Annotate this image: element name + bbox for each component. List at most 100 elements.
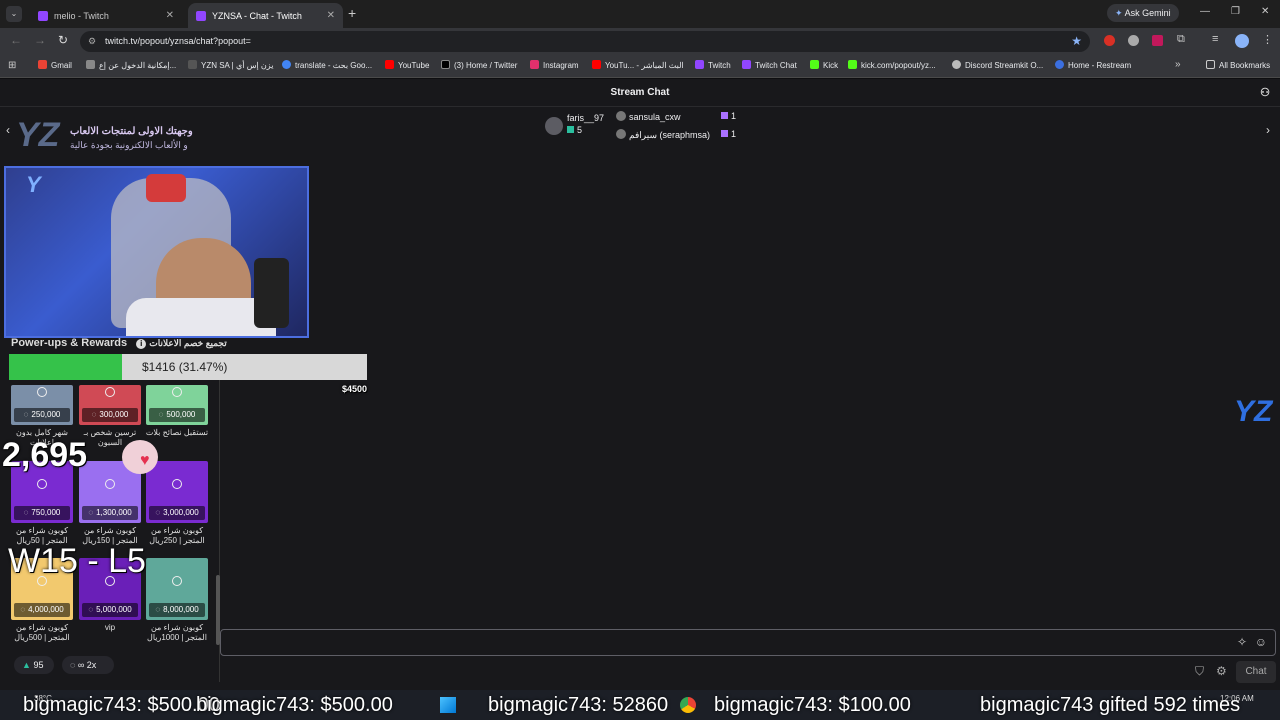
apps-grid-icon[interactable]: ⊞ (8, 60, 16, 71)
twitch-icon (695, 60, 704, 69)
ask-gemini-button[interactable]: ✦ Ask Gemini (1107, 4, 1179, 22)
bookmark-kick-popout[interactable]: kick.com/popout/yz... (848, 54, 936, 78)
leaderboard-entry[interactable]: sansula_cxw (616, 111, 681, 122)
bits-icon[interactable]: ✧ (1237, 635, 1247, 649)
reward-cost: 300,000 (82, 408, 138, 422)
goal-progress-fill (9, 354, 122, 380)
bookmark-twitch[interactable]: Twitch (695, 54, 731, 78)
bookmark-twitter[interactable]: (3) Home / Twitter (441, 54, 517, 78)
youtube-icon (385, 60, 394, 69)
browser-tab-strip: ⌄ melio - Twitch ✕ YZNSA - Chat - Twitch… (0, 0, 1280, 28)
new-tab-button[interactable]: + (348, 5, 356, 21)
streamer-webcam: Y (4, 166, 309, 338)
x-icon (441, 60, 450, 69)
shield-icon[interactable]: ⛉ (1195, 664, 1204, 679)
start-icon[interactable] (440, 697, 456, 713)
kick-icon (810, 60, 819, 69)
address-bar[interactable]: ⚙ twitch.tv/popout/yznsa/chat?popout= ★ (80, 31, 1090, 52)
leaderboard-entry[interactable]: faris__97 5 (567, 113, 604, 135)
reward-tile[interactable]: 500,000 (146, 385, 208, 425)
tab-yznsa-chat[interactable]: YZNSA - Chat - Twitch ✕ (188, 3, 343, 28)
close-tab-icon[interactable]: ✕ (166, 10, 174, 21)
bookmark-label: Discord Streamkit O... (965, 61, 1044, 70)
leaderboard-next-icon[interactable]: › (1266, 123, 1270, 137)
reward-cost: 3,000,000 (149, 506, 205, 520)
bookmarks-overflow-icon[interactable]: » (1175, 59, 1181, 70)
reward-tile[interactable]: 8,000,000 (146, 558, 208, 620)
browser-menu-icon[interactable]: ⋮ (1262, 33, 1273, 46)
multiplier-badge[interactable]: ◌ ∞ 2x (62, 656, 114, 674)
bookmark-label: YouTu... - البث المباشر (605, 61, 684, 70)
restore-window-icon[interactable]: ❐ (1231, 6, 1240, 17)
donation-ticker-item: bigmagic743: $500.00 (23, 694, 220, 716)
bookmark-restream[interactable]: Home - Restream (1055, 54, 1131, 78)
heart-icon: ♥ (140, 452, 150, 469)
bookmark-yznsa[interactable]: YZN SA | يزن إس أي (188, 54, 273, 78)
chat-message-input[interactable]: ☺ ✧ (220, 629, 1276, 656)
extension-icon[interactable] (1104, 35, 1115, 46)
settings-gear-icon[interactable]: ⚙ (1216, 664, 1227, 678)
bookmark-label: translate - بحث Goo... (295, 61, 373, 70)
bookmark-translate[interactable]: translate - بحث Goo... (282, 54, 372, 78)
extension-icon[interactable] (1128, 35, 1139, 46)
yzn-wall-logo: Y (26, 172, 41, 197)
emote-picker-icon[interactable]: ☺ (1255, 635, 1267, 649)
close-window-icon[interactable]: ✕ (1261, 6, 1269, 17)
leaderboard-count: 1 (721, 111, 736, 121)
all-bookmarks[interactable]: All Bookmarks (1206, 54, 1270, 78)
banner-line2: و الألعاب الالكترونية بجودة عالية (70, 140, 188, 150)
bookmark-youtube-live[interactable]: YouTu... - البث المباشر (592, 54, 684, 78)
bookmark-gmail[interactable]: Gmail (38, 54, 72, 78)
close-tab-icon[interactable]: ✕ (327, 10, 335, 21)
bookmark-accessibility[interactable]: إمكانية الدخول عن إع... (86, 54, 176, 78)
profile-avatar[interactable] (1235, 34, 1249, 48)
viewers-count: 2,695 (2, 436, 88, 474)
channel-points[interactable]: ▲ 95 (14, 656, 54, 674)
extension-icon[interactable] (1152, 35, 1163, 46)
avatar (545, 117, 563, 135)
leaderboard-count: 1 (721, 129, 736, 139)
tab-melio[interactable]: melio - Twitch ✕ (30, 3, 182, 28)
microphone (254, 258, 289, 328)
reward-title: تستقبل نصائح بلات (145, 428, 209, 437)
bookmark-label: Twitch (708, 61, 731, 70)
reload-icon[interactable]: ↻ (58, 33, 68, 47)
leader-name: sansula_cxw (629, 112, 681, 122)
bookmark-discord-streamkit[interactable]: Discord Streamkit O... (952, 54, 1043, 78)
reward-tile[interactable]: 250,000 (11, 385, 73, 425)
sponsor-banner: YZ وجهتك الاولى لمنتجات الالعاب و الألعا… (10, 112, 220, 162)
back-icon[interactable]: ← (10, 33, 22, 47)
leaderboard-entry[interactable]: سيرافم (seraphmsa) (616, 129, 710, 141)
bookmark-label: YouTube (398, 61, 430, 70)
users-list-icon[interactable]: ⚇ (1260, 79, 1270, 107)
gift-icon (721, 112, 728, 119)
all-bookmarks-label: All Bookmarks (1219, 61, 1271, 70)
points-value: 95 (33, 660, 44, 670)
extensions-puzzle-icon[interactable]: ⧉ (1177, 33, 1185, 46)
forward-icon[interactable]: → (34, 33, 46, 47)
twitch-favicon-icon (196, 10, 206, 21)
bookmark-label: YZN SA | يزن إس أي (201, 61, 274, 70)
yzn-logo: YZ (1234, 395, 1273, 428)
bookmark-label: إمكانية الدخول عن إع... (99, 61, 177, 70)
reward-title: vip (104, 623, 116, 632)
minimize-window-icon[interactable]: — (1200, 6, 1210, 17)
chat-send-button[interactable]: Chat (1236, 661, 1276, 683)
reward-icon (172, 387, 182, 397)
chrome-icon[interactable] (680, 697, 696, 713)
tab-list-chevron-icon[interactable]: ⌄ (6, 6, 22, 22)
reward-cost: 4,000,000 (14, 603, 70, 617)
bookmark-star-icon[interactable]: ★ (1071, 31, 1082, 52)
site-info-icon[interactable]: ⚙ (88, 31, 96, 52)
bookmark-instagram[interactable]: Instagram (530, 54, 579, 78)
tab-title: melio - Twitch (54, 10, 109, 21)
donation-ticker-item: bigmagic743: $100.00 (714, 694, 911, 716)
bookmark-kick[interactable]: Kick (810, 54, 838, 78)
bookmark-twitch-chat[interactable]: Twitch Chat (742, 54, 797, 78)
reward-tile[interactable]: 3,000,000 (146, 461, 208, 523)
media-controls-icon[interactable]: ≡ (1212, 33, 1218, 45)
rewards-scrollbar[interactable] (216, 575, 220, 645)
reward-tile[interactable]: 300,000 (79, 385, 141, 425)
tab-title: YZNSA - Chat - Twitch (212, 10, 302, 21)
bookmark-youtube[interactable]: YouTube (385, 54, 429, 78)
